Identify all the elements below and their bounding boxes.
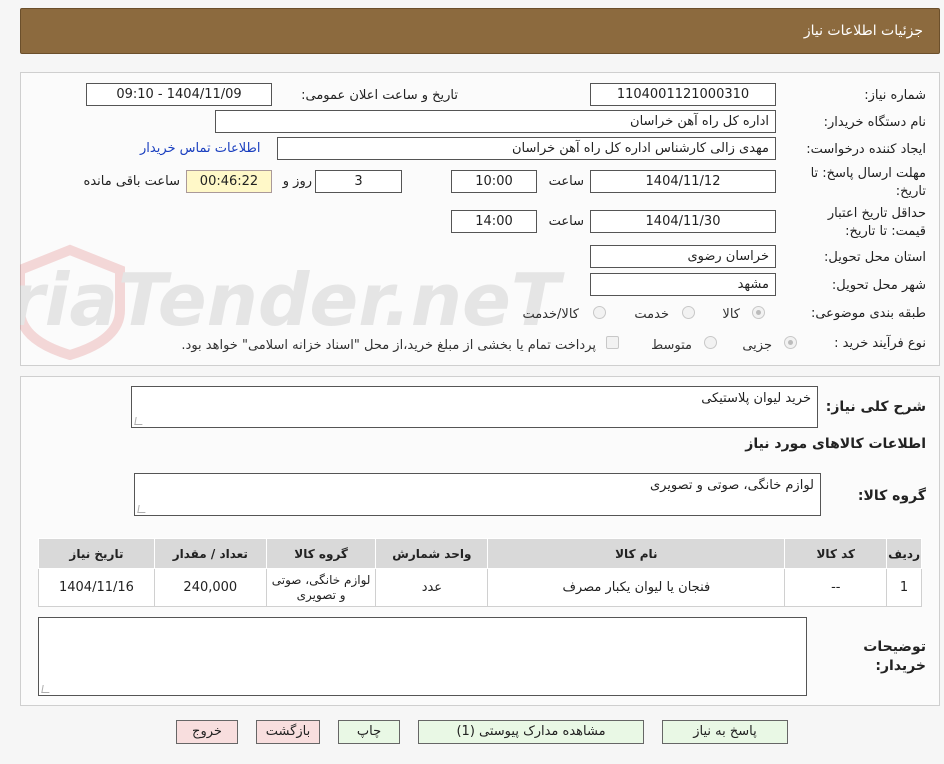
days-field: 3 [315, 170, 402, 193]
goods-group-textarea[interactable]: لوازم خانگی، صوتی و تصویری [134, 473, 821, 516]
back-button[interactable]: بازگشت [256, 720, 320, 744]
validity-time-field: 14:00 [451, 210, 537, 233]
cell-date: 1404/11/16 [38, 568, 155, 607]
col-date: تاریخ نیاز [38, 538, 155, 569]
page-header: جزئیات اطلاعات نیاز [20, 8, 940, 54]
buyer-notes-textarea[interactable] [38, 617, 807, 696]
deadline-time-label: ساعت [548, 174, 584, 189]
cell-name: فنجان یا لیوان یکبار مصرف [487, 568, 786, 607]
items-table: ردیف کد کالا نام کالا واحد شمارش گروه کا… [38, 538, 922, 607]
process-medium-radio[interactable] [704, 336, 717, 349]
need-number-label: شماره نیاز: [864, 88, 926, 103]
deadline-time-field: 10:00 [451, 170, 537, 193]
creator-label: ایجاد کننده درخواست: [806, 142, 926, 157]
buyer-notes-label-line2: خریدار: [875, 658, 926, 674]
buyer-label: نام دستگاه خریدار: [823, 115, 926, 130]
cell-row: 1 [886, 568, 922, 607]
process-medium-label: متوسط [651, 338, 692, 353]
table-row: 1 -- فنجان یا لیوان یکبار مصرف عدد لوازم… [38, 568, 922, 607]
city-field: مشهد [590, 273, 776, 296]
process-minor-label: جزیی [742, 338, 772, 353]
category-goods-service-label: کالا/خدمت [522, 307, 579, 322]
cell-qty: 240,000 [153, 568, 267, 607]
treasury-payment-checkbox[interactable] [606, 336, 619, 349]
cell-code: -- [784, 568, 888, 607]
category-service-radio[interactable] [682, 306, 695, 319]
days-label: روز و [282, 174, 312, 189]
deadline-label-line2: تاریخ: [895, 184, 926, 199]
resize-grip-icon[interactable] [137, 505, 147, 513]
col-row: ردیف [886, 538, 922, 569]
announce-label: تاریخ و ساعت اعلان عمومی: [301, 88, 458, 103]
buyer-notes-label-line1: توضیحات [863, 639, 926, 655]
col-name: نام کالا [487, 538, 786, 569]
deadline-date-field: 1404/11/12 [590, 170, 776, 193]
province-label: استان محل تحویل: [824, 250, 926, 265]
col-unit: واحد شمارش [375, 538, 489, 569]
need-summary-text: خرید لیوان پلاستیکی [701, 391, 811, 406]
need-summary-textarea[interactable]: خرید لیوان پلاستیکی [131, 386, 818, 428]
buyer-field: اداره کل راه آهن خراسان [215, 110, 776, 133]
attachments-button[interactable]: مشاهده مدارک پیوستی (1) [418, 720, 644, 744]
category-goods-service-radio[interactable] [593, 306, 606, 319]
resize-grip-icon[interactable] [134, 417, 144, 425]
category-goods-radio[interactable] [752, 306, 765, 319]
cell-unit: عدد [375, 568, 489, 607]
deadline-label-line1: مهلت ارسال پاسخ: تا [810, 166, 926, 181]
treasury-payment-note: پرداخت تمام یا بخشی از مبلغ خرید،از محل … [181, 338, 596, 353]
print-button[interactable]: چاپ [338, 720, 400, 744]
reply-button[interactable]: پاسخ به نیاز [662, 720, 788, 744]
cell-group: لوازم خانگی، صوتی و تصویری [265, 568, 377, 607]
need-summary-label: شرح کلی نیاز: [825, 399, 926, 415]
remaining-label: ساعت باقی مانده [83, 174, 180, 189]
buyer-contact-link[interactable]: اطلاعات تماس خریدار [140, 141, 260, 156]
process-type-label: نوع فرآیند خرید : [834, 336, 926, 351]
page-title: جزئیات اطلاعات نیاز [803, 23, 923, 39]
goods-group-label: گروه کالا: [857, 488, 926, 504]
col-code: کد کالا [784, 538, 888, 569]
category-service-label: خدمت [634, 307, 669, 322]
province-field: خراسان رضوی [590, 245, 776, 268]
validity-date-field: 1404/11/30 [590, 210, 776, 233]
goods-group-text: لوازم خانگی، صوتی و تصویری [649, 478, 814, 493]
items-heading: اطلاعات کالاهای مورد نیاز [745, 436, 926, 452]
remaining-time-field: 00:46:22 [186, 170, 272, 193]
validity-label-line2: قیمت: تا تاریخ: [845, 224, 926, 239]
col-group: گروه کالا [265, 538, 377, 569]
need-number-field: 1104001121000310 [590, 83, 776, 106]
validity-label-line1: حداقل تاریخ اعتبار [827, 206, 926, 221]
resize-grip-icon[interactable] [41, 685, 51, 693]
city-label: شهر محل تحویل: [831, 278, 926, 293]
creator-field: مهدی زالی کارشناس اداره کل راه آهن خراسا… [277, 137, 776, 160]
validity-time-label: ساعت [548, 214, 584, 229]
items-table-header: ردیف کد کالا نام کالا واحد شمارش گروه کا… [38, 538, 922, 569]
exit-button[interactable]: خروج [176, 720, 238, 744]
category-goods-label: کالا [722, 307, 740, 322]
category-label: طبقه بندی موضوعی: [810, 306, 926, 321]
process-minor-radio[interactable] [784, 336, 797, 349]
announce-field: 1404/11/09 - 09:10 [86, 83, 272, 106]
col-qty: تعداد / مقدار [153, 538, 267, 569]
